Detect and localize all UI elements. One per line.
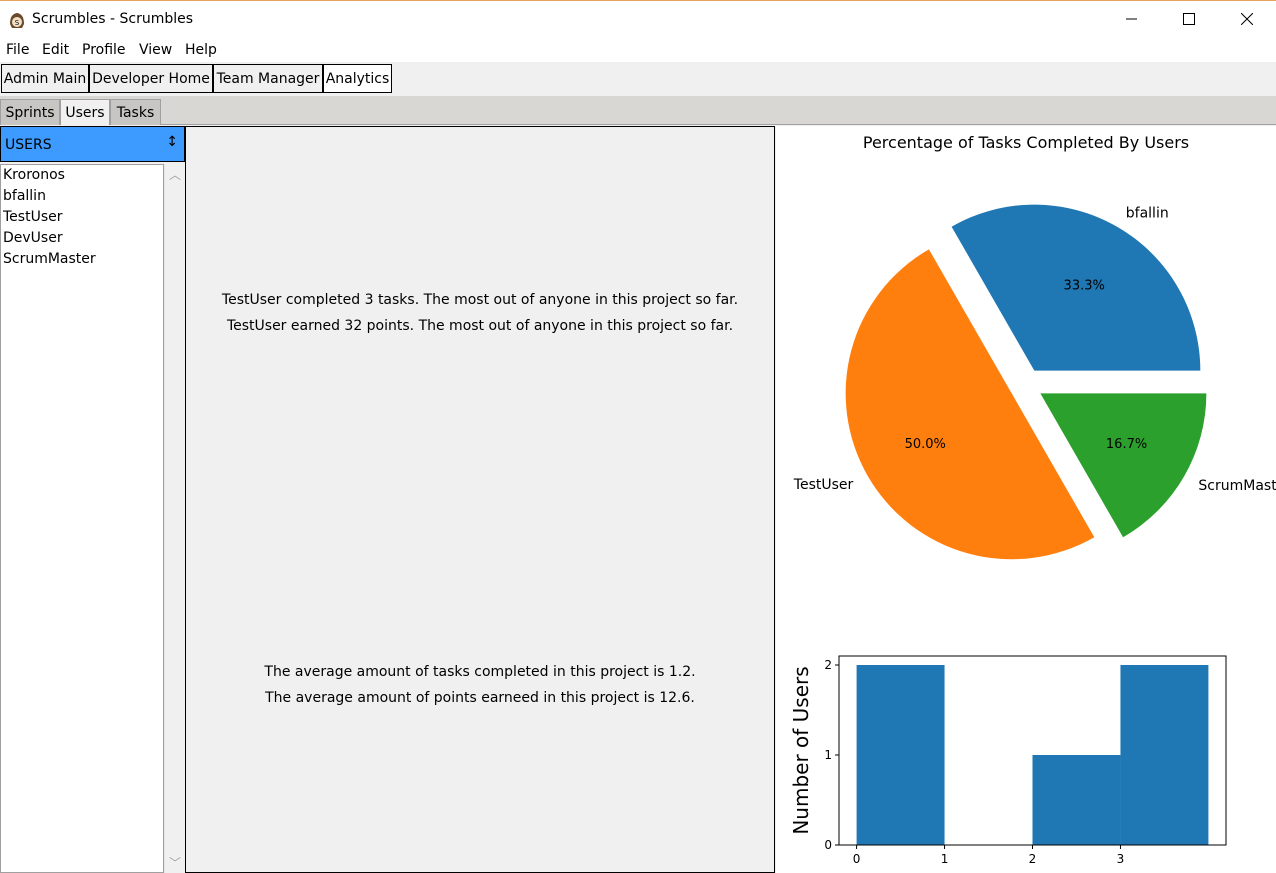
histogram-ylabel: Number of Users — [789, 666, 813, 834]
developer-home-button[interactable]: Developer Home — [89, 64, 213, 93]
svg-text:S: S — [15, 19, 20, 27]
team-manager-button[interactable]: Team Manager — [213, 64, 323, 93]
pie-slice-label: TestUser — [793, 477, 854, 493]
menu-view[interactable]: View — [139, 42, 172, 58]
user-item-kroronos[interactable]: Kroronos — [1, 165, 163, 186]
user-item-devuser[interactable]: DevUser — [1, 228, 163, 249]
menu-help[interactable]: Help — [185, 42, 217, 58]
pie-pct-label: 50.0% — [905, 437, 946, 452]
x-tick-label: 2 — [1029, 852, 1037, 866]
title-bar: S Scrumbles - Scrumbles — [0, 0, 1276, 38]
tab-bar: Sprints Users Tasks — [0, 96, 1276, 125]
avg-tasks-stat: The average amount of tasks completed in… — [264, 664, 696, 680]
close-button[interactable] — [1218, 1, 1276, 37]
top-tasks-stat: TestUser completed 3 tasks. The most out… — [221, 292, 739, 308]
close-icon — [1241, 13, 1253, 25]
users-header-label: USERS — [5, 137, 52, 153]
scroll-down-icon[interactable]: ﹀ — [169, 854, 181, 871]
x-tick-label: 0 — [853, 852, 861, 866]
pie-slice-label: ScrumMaster — [1198, 478, 1276, 494]
histogram-bar — [1120, 665, 1209, 845]
pie-chart-title: Percentage of Tasks Completed By Users — [862, 133, 1190, 152]
x-tick-label: 1 — [941, 852, 949, 866]
pie-slice-label: bfallin — [1126, 206, 1169, 222]
y-tick-label: 0 — [824, 838, 832, 852]
users-list-scrollbar[interactable]: ︿ ﹀ — [164, 164, 185, 873]
menu-bar: File Edit Profile View Help — [0, 38, 1276, 62]
pie-chart: 33.3% bfallin 50.0% TestUser 16.7% ScrumMaste… — [793, 204, 1276, 560]
tab-sprints[interactable]: Sprints — [0, 99, 60, 125]
user-item-bfallin[interactable]: bfallin — [1, 186, 163, 207]
analytics-button[interactable]: Analytics — [323, 64, 392, 93]
charts-area: Percentage of Tasks Completed By Users 3… — [776, 126, 1276, 873]
nav-toolbar: Admin Main Developer Home Team Manager A… — [0, 62, 1276, 96]
menu-edit[interactable]: Edit — [42, 42, 69, 58]
tab-tasks[interactable]: Tasks — [110, 99, 161, 125]
users-list[interactable]: Kroronos bfallin TestUser DevUser ScrumM… — [0, 164, 164, 873]
window-title: Scrumbles - Scrumbles — [32, 11, 194, 27]
y-tick-label: 2 — [824, 658, 832, 672]
menu-file[interactable]: File — [6, 42, 29, 58]
scroll-up-icon[interactable]: ︿ — [169, 166, 181, 183]
x-tick-label: 3 — [1117, 852, 1125, 866]
menu-profile[interactable]: Profile — [82, 42, 126, 58]
user-item-testuser[interactable]: TestUser — [1, 207, 163, 228]
admin-main-button[interactable]: Admin Main — [1, 64, 89, 93]
y-tick-label: 1 — [824, 748, 832, 762]
users-list-header[interactable]: USERS ↕ — [0, 126, 185, 162]
stats-panel: TestUser completed 3 tasks. The most out… — [185, 126, 775, 873]
scrumbles-logo-icon: S — [10, 13, 24, 28]
minimize-button[interactable] — [1103, 1, 1161, 37]
histogram-chart: 0 1 2 3 0 1 2 Number of Users — [789, 655, 1227, 866]
maximize-icon — [1183, 13, 1195, 25]
sort-updown-icon[interactable]: ↕ — [166, 134, 178, 150]
pie-pct-label: 33.3% — [1064, 278, 1105, 293]
histogram-bar — [856, 665, 945, 845]
maximize-button[interactable] — [1160, 1, 1218, 37]
histogram-bar — [1032, 755, 1121, 845]
minimize-icon — [1126, 18, 1137, 20]
top-points-stat: TestUser earned 32 points. The most out … — [226, 318, 734, 334]
user-item-scrummaster[interactable]: ScrumMaster — [1, 249, 163, 270]
avg-points-stat: The average amount of points earneed in … — [265, 690, 695, 706]
tab-users[interactable]: Users — [60, 99, 110, 125]
users-panel: USERS ↕ Kroronos bfallin TestUser DevUse… — [0, 126, 186, 873]
pie-pct-label: 16.7% — [1106, 437, 1147, 452]
